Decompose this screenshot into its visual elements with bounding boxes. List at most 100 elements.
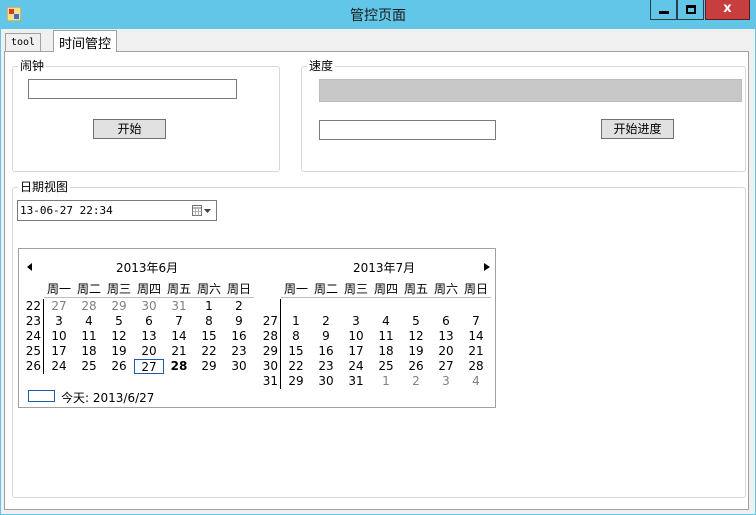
tab-time-control[interactable]: 时间管控 [53, 30, 118, 52]
calendar-day[interactable]: 24 [44, 359, 74, 374]
calendar-day[interactable]: 10 [341, 329, 371, 344]
calendar-day[interactable]: 29 [194, 359, 224, 374]
calendar-day[interactable]: 17 [341, 344, 371, 359]
calendar-day[interactable]: 21 [461, 344, 491, 359]
calendar-day[interactable]: 30 [134, 299, 164, 314]
calendar-day[interactable]: 24 [341, 359, 371, 374]
minimize-icon [659, 11, 669, 14]
alarm-input[interactable] [28, 79, 237, 99]
calendar-day[interactable]: 10 [44, 329, 74, 344]
calendar-day[interactable]: 6 [431, 314, 461, 329]
calendar-day[interactable]: 31 [164, 299, 194, 314]
calendar-day[interactable]: 11 [74, 329, 104, 344]
calendar-day[interactable]: 1 [281, 314, 311, 329]
app-window: 管控页面 x tool 时间管控 闹钟 开始 速度 开始进度 日期视图 13-0… [0, 0, 756, 515]
calendar-day[interactable]: 25 [74, 359, 104, 374]
calendar-day[interactable]: 19 [104, 344, 134, 359]
calendar-day[interactable]: 22 [194, 344, 224, 359]
calendar-day[interactable]: 14 [164, 329, 194, 344]
client-area: tool 时间管控 闹钟 开始 速度 开始进度 日期视图 13-06-27 22… [1, 29, 755, 514]
calendar-day[interactable]: 3 [341, 314, 371, 329]
speed-group: 速度 开始进度 [301, 59, 746, 172]
calendar-day[interactable]: 20 [134, 344, 164, 359]
calendar-day[interactable]: 12 [104, 329, 134, 344]
week-number: 30 [262, 359, 278, 373]
calendar-day[interactable]: 28 [74, 299, 104, 314]
calendar-day[interactable]: 26 [104, 359, 134, 374]
calendar-day[interactable]: 1 [371, 374, 401, 389]
calendar-day[interactable]: 3 [431, 374, 461, 389]
calendar-day[interactable]: 16 [311, 344, 341, 359]
calendar-day[interactable]: 22 [281, 359, 311, 374]
calendar-day[interactable]: 31 [341, 374, 371, 389]
close-icon: x [723, 1, 732, 16]
calendar-day[interactable]: 27 [431, 359, 461, 374]
calendar-day-today[interactable]: 27 [134, 359, 164, 374]
speed-start-button[interactable]: 开始进度 [601, 119, 674, 139]
month-calendar[interactable]: 今天: 2013/6/27 2013年6月 周一 周二 周三 周四 周五 周六 周日 22 27 2… [18, 248, 496, 408]
title-bar[interactable]: 管控页面 x [0, 0, 756, 29]
calendar-day[interactable]: 9 [224, 314, 254, 329]
calendar-day[interactable]: 8 [281, 329, 311, 344]
tab-tool[interactable]: tool [5, 33, 42, 51]
calendar-day[interactable]: 4 [371, 314, 401, 329]
calendar-day[interactable]: 11 [371, 329, 401, 344]
calendar-day[interactable]: 18 [371, 344, 401, 359]
calendar-day[interactable]: 1 [194, 299, 224, 314]
previous-month-icon[interactable] [27, 263, 33, 271]
calendar-day[interactable]: 23 [311, 359, 341, 374]
calendar-day[interactable]: 17 [44, 344, 74, 359]
calendar-day[interactable]: 6 [134, 314, 164, 329]
calendar-day[interactable]: 4 [461, 374, 491, 389]
week-number: 26 [25, 359, 41, 373]
calendar-day[interactable]: 7 [164, 314, 194, 329]
calendar-day[interactable]: 25 [371, 359, 401, 374]
calendar-day[interactable]: 8 [194, 314, 224, 329]
calendar-day[interactable]: 9 [311, 329, 341, 344]
calendar-day[interactable]: 13 [431, 329, 461, 344]
speed-input[interactable] [319, 120, 496, 140]
calendar-day[interactable]: 27 [44, 299, 74, 314]
calendar-day[interactable]: 30 [311, 374, 341, 389]
weekday-header: 周四 [136, 282, 161, 296]
month-title[interactable]: 2013年6月 [116, 259, 178, 276]
calendar-day[interactable]: 2 [311, 314, 341, 329]
calendar-day[interactable]: 4 [74, 314, 104, 329]
calendar-day[interactable]: 3 [44, 314, 74, 329]
next-month-icon[interactable] [484, 263, 490, 271]
calendar-day[interactable]: 7 [461, 314, 491, 329]
date-time-picker[interactable]: 13-06-27 22:34 [17, 200, 217, 221]
calendar-day[interactable]: 14 [461, 329, 491, 344]
minimize-button[interactable] [650, 0, 677, 20]
calendar-day[interactable]: 28 [164, 359, 194, 374]
calendar-day[interactable]: 5 [104, 314, 134, 329]
calendar-day[interactable]: 5 [401, 314, 431, 329]
calendar-day[interactable]: 21 [164, 344, 194, 359]
maximize-icon [686, 5, 696, 14]
calendar-day[interactable]: 30 [224, 359, 254, 374]
calendar-day[interactable]: 15 [194, 329, 224, 344]
week-number: 25 [25, 344, 41, 358]
calendar-day[interactable]: 19 [401, 344, 431, 359]
calendar-day[interactable]: 26 [401, 359, 431, 374]
close-button[interactable]: x [705, 0, 750, 20]
calendar-day[interactable]: 16 [224, 329, 254, 344]
weekday-header: 周三 [343, 282, 368, 296]
maximize-button[interactable] [677, 0, 704, 20]
calendar-day[interactable]: 18 [74, 344, 104, 359]
calendar-day[interactable]: 15 [281, 344, 311, 359]
calendar-day[interactable]: 2 [401, 374, 431, 389]
calendar-day[interactable]: 28 [461, 359, 491, 374]
today-label[interactable]: 今天: 2013/6/27 [61, 389, 154, 406]
calendar-day[interactable]: 23 [224, 344, 254, 359]
week-number: 31 [262, 374, 278, 388]
calendar-dropdown-icon[interactable] [192, 204, 212, 218]
month-title[interactable]: 2013年7月 [353, 259, 415, 276]
calendar-day[interactable]: 29 [104, 299, 134, 314]
calendar-day[interactable]: 13 [134, 329, 164, 344]
calendar-day[interactable]: 12 [401, 329, 431, 344]
calendar-day[interactable]: 20 [431, 344, 461, 359]
alarm-start-button[interactable]: 开始 [93, 119, 166, 139]
calendar-day[interactable]: 2 [224, 299, 254, 314]
calendar-day[interactable]: 29 [281, 374, 311, 389]
